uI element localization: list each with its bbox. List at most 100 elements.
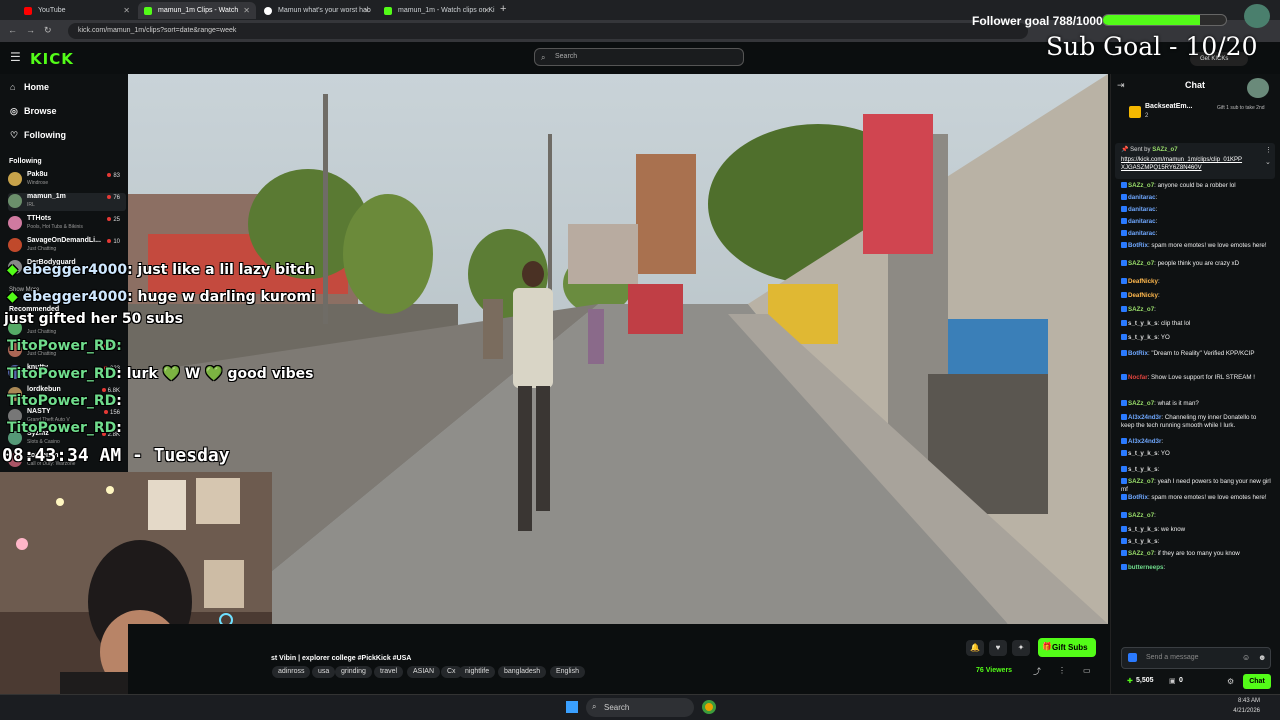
video-player[interactable]	[128, 74, 1108, 624]
chevron-down-icon[interactable]: ⌄	[1265, 158, 1271, 166]
gift-subs-button[interactable]: 🎁 Gift Subs	[1038, 638, 1096, 657]
browser-tab-watch-clips[interactable]: mamun_1m - Watch clips on Ki ✕	[378, 2, 496, 19]
user-badge-icon	[1121, 320, 1127, 326]
send-chat-button[interactable]: Chat	[1243, 674, 1271, 689]
gift-icon: 🎁	[1042, 642, 1052, 651]
chat-username[interactable]: SAZz_o7	[1128, 306, 1154, 313]
chat-message: SAZz_o7:	[1121, 512, 1271, 520]
chat-username[interactable]: s_t_y_k_s	[1128, 538, 1158, 545]
chat-username[interactable]: butterneeps	[1128, 564, 1163, 571]
user-badge-icon	[1121, 334, 1127, 340]
chat-username[interactable]: danitarac	[1128, 218, 1156, 225]
user-badge-icon	[1121, 526, 1127, 532]
close-icon[interactable]: ✕	[363, 6, 370, 15]
menu-icon[interactable]: ☰	[10, 50, 21, 64]
sidebar-item-following[interactable]: ♡ Following	[10, 130, 66, 141]
theater-mode-icon[interactable]: ▭	[1083, 666, 1091, 675]
new-tab-button[interactable]: +	[500, 3, 506, 15]
avatar[interactable]	[1244, 4, 1270, 28]
gift-leaderboard[interactable]: BackseatEm... 2 Gift 1 sub to take 2nd	[1123, 102, 1273, 124]
chrome-icon[interactable]	[702, 700, 716, 714]
channel-name: Pak8u	[27, 171, 48, 178]
channel-name: SavageOnDemandLi...	[27, 237, 101, 244]
url-field[interactable]: kick.com/mamun_1m/clips?sort=date&range=…	[68, 23, 1028, 39]
chat-text: :	[1155, 218, 1158, 225]
share-icon[interactable]: ⤴	[1033, 666, 1041, 677]
more-options-icon[interactable]: ⋮	[1058, 666, 1066, 675]
emote-picker-icon[interactable]: ☺	[1242, 653, 1250, 662]
chat-username[interactable]: s_t_y_k_s	[1128, 450, 1158, 457]
sidebar-channel[interactable]: mamun_1m IRL 76	[8, 193, 126, 211]
chat-username[interactable]: DeafNicky	[1128, 278, 1158, 285]
browser-tab-mamun[interactable]: Mamun what's your worst hab ✕	[258, 2, 376, 19]
tag[interactable]: English	[550, 666, 585, 678]
chat-username[interactable]: SAZz_o7	[1128, 512, 1154, 519]
pin-icon[interactable]: ✦	[1012, 640, 1030, 656]
chat-username[interactable]: BotRix	[1128, 242, 1148, 249]
tag[interactable]: nightlife	[459, 666, 496, 678]
chat-username[interactable]: danitarac	[1128, 230, 1156, 237]
pinned-sent-by: 📌 Sent by SAZz_o7	[1121, 146, 1178, 153]
collapse-chat-icon[interactable]: ⇥	[1117, 80, 1125, 91]
chat-username[interactable]: BotRix	[1128, 350, 1148, 357]
chat-username[interactable]: BotRix	[1128, 494, 1148, 501]
chat-username[interactable]: Al3x24nd3r	[1128, 438, 1161, 445]
leaderboard-user: BackseatEm...	[1145, 103, 1193, 110]
tag[interactable]: travel	[374, 666, 404, 678]
reload-icon[interactable]: ↻	[44, 25, 52, 36]
chat-username[interactable]: Nocfar	[1128, 374, 1148, 381]
settings-icon[interactable]: ⚙	[1227, 677, 1234, 686]
browser-tab-youtube[interactable]: YouTube ✕	[18, 2, 136, 19]
pinned-link[interactable]: https://kick.com/mamun_1m/clips/clip_01K…	[1121, 156, 1246, 172]
more-options-icon[interactable]: ⋮	[1265, 146, 1272, 154]
overlay-chat-user: TitoPower_RD	[7, 420, 117, 436]
sidebar-channel[interactable]: TTHots Pools, Hot Tubs & Bikinis 25	[8, 215, 126, 233]
chat-message: DeafNicky:	[1121, 292, 1271, 300]
close-icon[interactable]: ✕	[243, 6, 250, 15]
tag[interactable]: bangladesh	[498, 666, 547, 678]
tag[interactable]: adinross	[272, 666, 311, 678]
sidebar-item-browse[interactable]: ◎ Browse	[10, 106, 57, 117]
chat-username[interactable]: SAZz_o7	[1128, 550, 1154, 557]
taskbar-search[interactable]: Search	[586, 698, 694, 717]
chat-username[interactable]: s_t_y_k_s	[1128, 334, 1158, 341]
sidebar-channel[interactable]: Pak8u Windrose 83	[8, 171, 126, 189]
forward-icon[interactable]: →	[26, 25, 35, 35]
chat-username[interactable]: SAZz_o7	[1128, 260, 1154, 267]
tag[interactable]: ASIAN	[407, 666, 441, 678]
tag[interactable]: usa	[312, 666, 336, 678]
chat-username[interactable]: s_t_y_k_s	[1128, 320, 1158, 327]
user-badge-icon	[1121, 230, 1127, 236]
browser-tab-clips[interactable]: mamun_1m Clips - Watch ✕	[138, 2, 256, 19]
chat-username[interactable]: s_t_y_k_s	[1128, 466, 1158, 473]
channel-name: mamun_1m	[27, 193, 66, 200]
close-icon[interactable]: ✕	[483, 6, 490, 15]
sidebar-item-label: Browse	[24, 106, 57, 116]
chat-username[interactable]: s_t_y_k_s	[1128, 526, 1158, 533]
back-icon[interactable]: ←	[8, 25, 17, 35]
chat-input[interactable]: Send a message ☺ ☻	[1121, 647, 1271, 669]
overlay-chat-text: : just like a lil lazy bitch	[127, 262, 315, 278]
sidebar-item-home[interactable]: ⌂ Home	[10, 82, 49, 92]
chat-username[interactable]: DeafNicky	[1128, 292, 1158, 299]
user-badge-icon	[1121, 538, 1127, 544]
chat-username[interactable]: SAZz_o7	[1128, 400, 1154, 407]
windows-start-icon[interactable]	[566, 701, 578, 713]
tag[interactable]: grinding	[335, 666, 372, 678]
chat-username[interactable]: danitarac	[1128, 206, 1156, 213]
pinned-message[interactable]: 📌 Sent by SAZz_o7 https://kick.com/mamun…	[1115, 143, 1275, 179]
close-icon[interactable]: ✕	[123, 6, 130, 15]
kick-logo[interactable]: KICK	[30, 50, 74, 68]
chat-text: : spam more emotes! we love emotes here!	[1147, 494, 1267, 501]
chat-username[interactable]: SAZz_o7	[1128, 478, 1154, 485]
search-input[interactable]: Search	[534, 48, 744, 66]
chat-username[interactable]: SAZz_o7	[1128, 182, 1154, 189]
chat-username[interactable]: Al3x24nd3r	[1128, 414, 1161, 421]
avatar	[8, 216, 22, 230]
smile-icon[interactable]: ☻	[1258, 653, 1266, 662]
bell-icon[interactable]: 🔔	[966, 640, 984, 656]
chat-username[interactable]: danitarac	[1128, 194, 1156, 201]
sent-user: SAZz_o7	[1152, 147, 1178, 153]
heart-icon[interactable]: ♥	[989, 640, 1007, 656]
sidebar-channel[interactable]: SavageOnDemandLi... Just Chatting 10	[8, 237, 126, 255]
